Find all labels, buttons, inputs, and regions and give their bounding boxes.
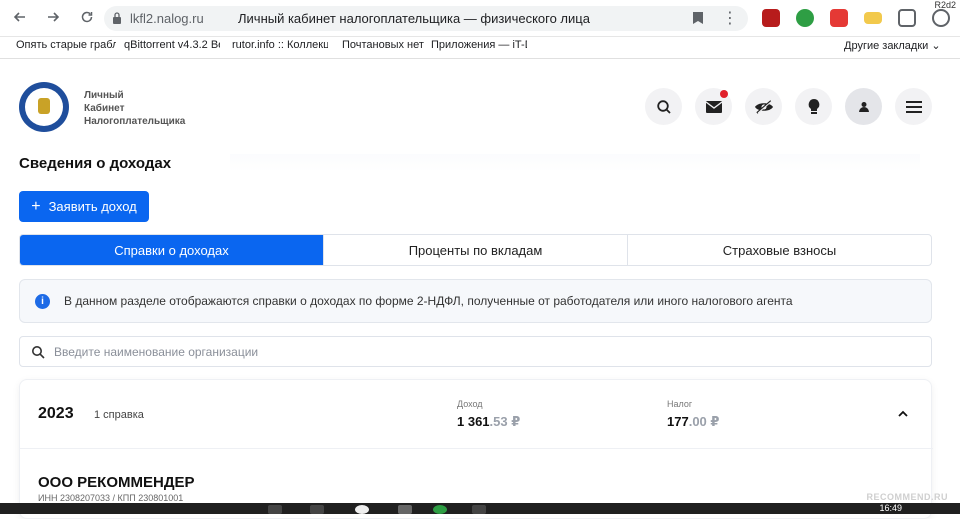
page-content: Личный Кабинет Налогоплательщика Сведени… bbox=[0, 60, 960, 519]
hamburger-menu-icon bbox=[905, 100, 922, 113]
income-year-card: 2023 1 справка Доход 1 361.53 ₽ Налог 17… bbox=[19, 379, 933, 519]
taskbar-app-icon[interactable] bbox=[310, 505, 324, 514]
bookmark-item[interactable]: Приложения — iT-D bbox=[431, 39, 527, 51]
page-title: Сведения о доходах bbox=[19, 155, 172, 172]
taskbar-app-icon[interactable] bbox=[433, 505, 447, 514]
income-tabs: Справки о доходах Проценты по вкладам Ст… bbox=[19, 234, 932, 266]
tab-income-certificates[interactable]: Справки о доходах bbox=[20, 235, 324, 265]
fns-logo[interactable] bbox=[19, 82, 69, 132]
search-icon bbox=[32, 346, 45, 359]
os-taskbar: 16:49 bbox=[0, 503, 960, 514]
taskbar-app-icon[interactable] bbox=[268, 505, 282, 514]
bookmark-icon[interactable] bbox=[692, 11, 704, 25]
year-label: 2023 bbox=[38, 405, 74, 422]
income-dec: .53 ₽ bbox=[489, 414, 521, 429]
info-banner: i В данном разделе отображаются справки … bbox=[19, 279, 932, 323]
declare-income-button[interactable]: + Заявить доход bbox=[19, 191, 149, 222]
forward-arrow-icon[interactable] bbox=[43, 9, 63, 29]
extension-battery-icon[interactable] bbox=[864, 12, 882, 24]
other-bookmarks[interactable]: Другие закладки ⌄ bbox=[844, 39, 941, 52]
info-icon: i bbox=[35, 294, 50, 309]
extension-shield-icon[interactable] bbox=[762, 9, 780, 27]
other-bookmarks-label: Другие закладки bbox=[844, 40, 929, 52]
tips-button[interactable] bbox=[795, 88, 832, 125]
organization-ids: ИНН 2308207033 / КПП 230801001 bbox=[38, 493, 184, 503]
profile-icon[interactable] bbox=[932, 9, 950, 27]
watermark: RECOMMEND.RU bbox=[866, 492, 948, 502]
profile-button[interactable] bbox=[845, 88, 882, 125]
income-value: 1 361.53 ₽ bbox=[457, 414, 520, 430]
decorative-shade bbox=[230, 154, 920, 172]
bookmark-item[interactable]: Почтановых нет bbox=[342, 39, 426, 51]
eagle-emblem-icon bbox=[38, 98, 50, 114]
income-label: Доход bbox=[457, 399, 483, 409]
bookmarks-bar: Опять старые граблі qBittorrent v4.3.2 B… bbox=[0, 37, 960, 59]
corner-label: R2d2 bbox=[934, 0, 956, 10]
address-bar[interactable]: lkfl2.nalog.ru Личный кабинет налогоплат… bbox=[104, 6, 748, 31]
tax-value: 177.00 ₽ bbox=[667, 414, 719, 430]
eye-off-icon bbox=[754, 99, 773, 114]
brand-line: Кабинет bbox=[84, 103, 125, 114]
url-domain: lkfl2.nalog.ru bbox=[130, 11, 204, 26]
clock: 16:49 bbox=[879, 503, 902, 513]
declare-income-label: Заявить доход bbox=[48, 199, 137, 214]
logo-inner bbox=[25, 88, 63, 126]
more-vert-icon[interactable]: ⋮ bbox=[722, 8, 738, 28]
tax-int: 177 bbox=[667, 414, 689, 429]
certificate-count: 1 справка bbox=[94, 409, 144, 421]
income-int: 1 361 bbox=[457, 414, 490, 429]
browser-toolbar: lkfl2.nalog.ru Личный кабинет налогоплат… bbox=[0, 0, 960, 37]
extension-play-icon[interactable] bbox=[830, 9, 848, 27]
organization-search bbox=[19, 336, 932, 367]
extension-green-icon[interactable] bbox=[796, 9, 814, 27]
taskbar-browser-icon[interactable] bbox=[355, 505, 369, 514]
organization-search-input[interactable] bbox=[54, 341, 914, 363]
tax-dec: .00 ₽ bbox=[688, 414, 720, 429]
info-text: В данном разделе отображаются справки о … bbox=[64, 294, 793, 308]
card-divider bbox=[20, 448, 933, 449]
chevron-up-icon[interactable] bbox=[897, 408, 909, 420]
reload-icon[interactable] bbox=[77, 9, 97, 29]
search-icon bbox=[656, 99, 671, 114]
search-button[interactable] bbox=[645, 88, 682, 125]
page-tab-title: Личный кабинет налогоплательщика — физич… bbox=[238, 11, 590, 26]
user-icon bbox=[858, 101, 869, 112]
brand-line: Налогоплательщика bbox=[84, 116, 186, 127]
tab-deposit-interest[interactable]: Проценты по вкладам bbox=[324, 235, 628, 265]
tab-insurance-contributions[interactable]: Страховые взносы bbox=[628, 235, 931, 265]
bookmark-item[interactable]: Опять старые граблі bbox=[16, 39, 116, 51]
accessibility-button[interactable] bbox=[745, 88, 782, 125]
mail-icon bbox=[705, 100, 722, 113]
taskbar-app-icon[interactable] bbox=[398, 505, 412, 514]
tax-label: Налог bbox=[667, 399, 693, 409]
back-arrow-icon[interactable] bbox=[10, 9, 30, 29]
bookmark-item[interactable]: qBittorrent v4.3.2 Be bbox=[124, 39, 220, 51]
menu-button[interactable] bbox=[895, 88, 932, 125]
site-info-icon[interactable] bbox=[112, 11, 122, 25]
taskbar-app-icon[interactable] bbox=[472, 505, 486, 514]
organization-name[interactable]: ООО РЕКОММЕНДЕР bbox=[38, 474, 195, 491]
extensions-puzzle-icon[interactable] bbox=[898, 9, 916, 27]
brand-line: Личный bbox=[84, 90, 124, 101]
plus-icon: + bbox=[31, 197, 41, 215]
lightbulb-icon bbox=[808, 98, 819, 114]
messages-button[interactable] bbox=[695, 88, 732, 125]
bookmark-item[interactable]: rutor.info :: Коллекц bbox=[232, 39, 328, 51]
brand-title: Личный Кабинет Налогоплательщика bbox=[84, 89, 185, 128]
notification-dot bbox=[720, 90, 728, 98]
